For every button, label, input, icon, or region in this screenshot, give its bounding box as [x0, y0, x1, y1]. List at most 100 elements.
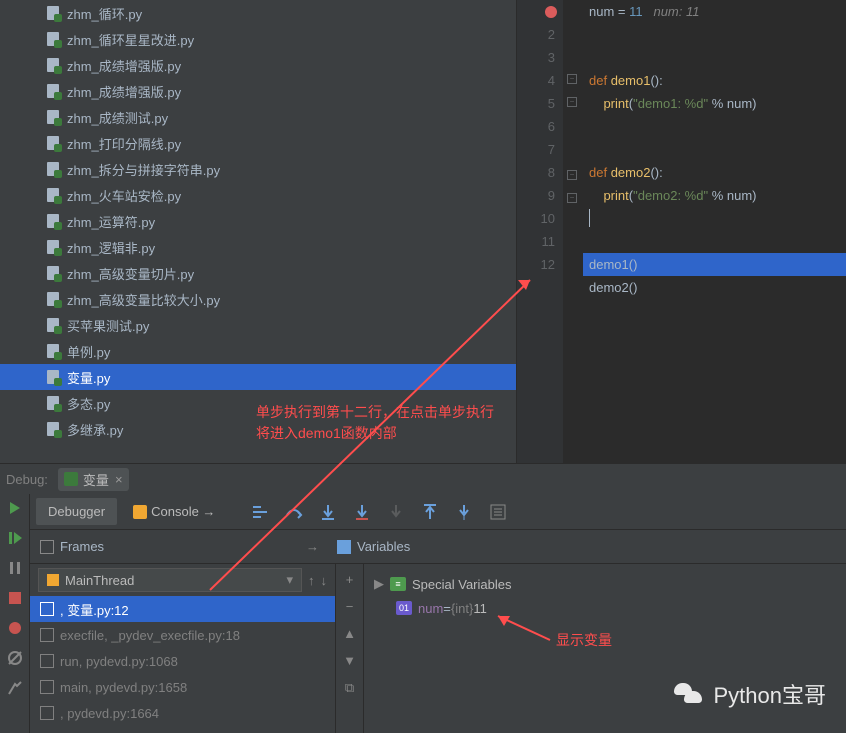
- rerun-icon[interactable]: [7, 500, 23, 516]
- frame-icon: [40, 706, 54, 720]
- python-file-icon: [45, 161, 61, 177]
- step-into-icon[interactable]: [319, 503, 337, 521]
- code-area[interactable]: num = 11 num: 11 def demo1(): print("dem…: [583, 0, 846, 463]
- project-file-tree[interactable]: zhm_循环.py zhm_循环星星改进.py zhm_成绩增强版.py zhm_成绩…: [0, 0, 517, 463]
- stack-frame[interactable]: , pydevd.py:1664: [30, 700, 335, 726]
- file-item[interactable]: zhm_逻辑非.py: [0, 234, 516, 260]
- file-label: zhm_循环.py: [67, 4, 142, 23]
- show-exec-point-icon[interactable]: [251, 503, 269, 521]
- file-label: zhm_成绩增强版.py: [67, 82, 181, 101]
- settings-icon[interactable]: [7, 680, 23, 696]
- chevron-down-icon: ▾: [286, 572, 293, 588]
- file-item[interactable]: zhm_运算符.py: [0, 208, 516, 234]
- stack-frame[interactable]: execfile, _pydev_execfile.py:18: [30, 622, 335, 648]
- file-item[interactable]: zhm_高级变量切片.py: [0, 260, 516, 286]
- file-item[interactable]: zhm_打印分隔线.py: [0, 130, 516, 156]
- view-breakpoints-icon[interactable]: [7, 620, 23, 636]
- wechat-icon: [672, 677, 706, 711]
- python-file-icon: [45, 239, 61, 255]
- file-item[interactable]: zhm_循环星星改进.py: [0, 26, 516, 52]
- fold-icon[interactable]: −: [567, 170, 577, 180]
- resume-icon[interactable]: [7, 530, 23, 546]
- pause-icon[interactable]: [7, 560, 23, 576]
- python-file-icon: [45, 31, 61, 47]
- python-file-icon: [45, 213, 61, 229]
- next-frame-icon[interactable]: ↓: [321, 573, 328, 588]
- close-icon[interactable]: ×: [115, 472, 123, 487]
- file-label: zhm_循环星星改进.py: [67, 30, 194, 49]
- debug-config-tab[interactable]: 变量 ×: [58, 468, 129, 491]
- fold-icon[interactable]: −: [567, 193, 577, 203]
- python-file-icon: [45, 265, 61, 281]
- file-item[interactable]: 买苹果测试.py: [0, 312, 516, 338]
- step-over-icon[interactable]: [285, 503, 303, 521]
- mute-breakpoints-icon[interactable]: [7, 650, 23, 666]
- file-label: zhm_高级变量比较大小.py: [67, 290, 220, 309]
- python-file-icon: [45, 291, 61, 307]
- file-item[interactable]: zhm_火车站安检.py: [0, 182, 516, 208]
- file-item[interactable]: zhm_成绩增强版.py: [0, 78, 516, 104]
- file-item[interactable]: zhm_成绩增强版.py: [0, 52, 516, 78]
- file-item[interactable]: zhm_高级变量比较大小.py: [0, 286, 516, 312]
- tab-debugger[interactable]: Debugger: [36, 498, 117, 525]
- frame-label: main, pydevd.py:1658: [60, 680, 187, 695]
- file-item[interactable]: 多态.py: [0, 390, 516, 416]
- frame-icon: [40, 654, 54, 668]
- current-exec-line: demo1(): [583, 253, 846, 276]
- variables-icon: [337, 540, 351, 554]
- stack-frame[interactable]: run, pydevd.py:1068: [30, 648, 335, 674]
- special-variables-row[interactable]: ▶ ≡ Special Variables: [374, 572, 836, 596]
- remove-watch-icon[interactable]: −: [346, 599, 354, 614]
- python-file-icon: [45, 109, 61, 125]
- watermark: Python宝哥: [672, 677, 827, 711]
- python-file-icon: [45, 57, 61, 73]
- file-label: 单例.py: [67, 342, 110, 361]
- prev-frame-icon[interactable]: ↑: [308, 573, 315, 588]
- stop-icon[interactable]: [7, 590, 23, 606]
- fold-icon[interactable]: −: [567, 97, 577, 107]
- file-item[interactable]: 变量.py: [0, 364, 516, 390]
- stack-frame[interactable]: main, pydevd.py:1658: [30, 674, 335, 700]
- file-item[interactable]: zhm_成绩测试.py: [0, 104, 516, 130]
- variables-header: Variables: [327, 539, 846, 554]
- debug-label: Debug:: [6, 472, 48, 487]
- expand-icon[interactable]: →: [306, 539, 319, 554]
- thread-icon: [47, 574, 59, 586]
- file-label: zhm_成绩增强版.py: [67, 56, 181, 75]
- inline-hint: num: 11: [643, 4, 700, 19]
- stack-frame[interactable]: , 变量.py:12: [30, 596, 335, 622]
- step-into-my-code-icon[interactable]: [353, 503, 371, 521]
- python-file-icon: [45, 343, 61, 359]
- python-file-icon: [45, 421, 61, 437]
- copy-icon[interactable]: ⧉: [345, 680, 354, 696]
- file-label: zhm_拆分与拼接字符串.py: [67, 160, 220, 179]
- file-item[interactable]: zhm_循环.py: [0, 0, 516, 26]
- fold-column: − − − −: [563, 0, 583, 463]
- frames-panel: MainThread ▾ ↑ ↓ , 变量.py:12 execfile, _py…: [30, 564, 336, 733]
- file-item[interactable]: 多继承.py: [0, 416, 516, 442]
- file-item[interactable]: zhm_拆分与拼接字符串.py: [0, 156, 516, 182]
- fold-icon[interactable]: −: [567, 74, 577, 84]
- step-out-icon[interactable]: [421, 503, 439, 521]
- tab-console[interactable]: Console →: [121, 498, 227, 526]
- add-watch-icon[interactable]: +: [346, 572, 354, 587]
- evaluate-icon[interactable]: [489, 503, 507, 521]
- run-to-cursor-icon[interactable]: [455, 503, 473, 521]
- expand-icon[interactable]: ▶: [374, 576, 384, 592]
- file-label: zhm_逻辑非.py: [67, 238, 155, 257]
- thread-selector[interactable]: MainThread ▾: [38, 568, 302, 592]
- python-file-icon: [45, 135, 61, 151]
- python-icon: [64, 472, 78, 486]
- file-item[interactable]: 单例.py: [0, 338, 516, 364]
- debug-tabs: Debugger Console →: [30, 494, 846, 530]
- frame-label: , 变量.py:12: [60, 600, 129, 619]
- variable-row[interactable]: 01 num = {int} 11: [374, 596, 836, 620]
- file-label: 多继承.py: [67, 420, 123, 439]
- frames-header: Frames: [30, 539, 306, 554]
- force-step-into-icon[interactable]: [387, 503, 405, 521]
- down-icon[interactable]: ▼: [343, 653, 356, 668]
- breakpoint-icon[interactable]: [545, 6, 557, 18]
- code-editor[interactable]: 123 456 789 101112 − − − − num = 11 num:…: [517, 0, 846, 463]
- up-icon[interactable]: ▲: [343, 626, 356, 641]
- python-file-icon: [45, 369, 61, 385]
